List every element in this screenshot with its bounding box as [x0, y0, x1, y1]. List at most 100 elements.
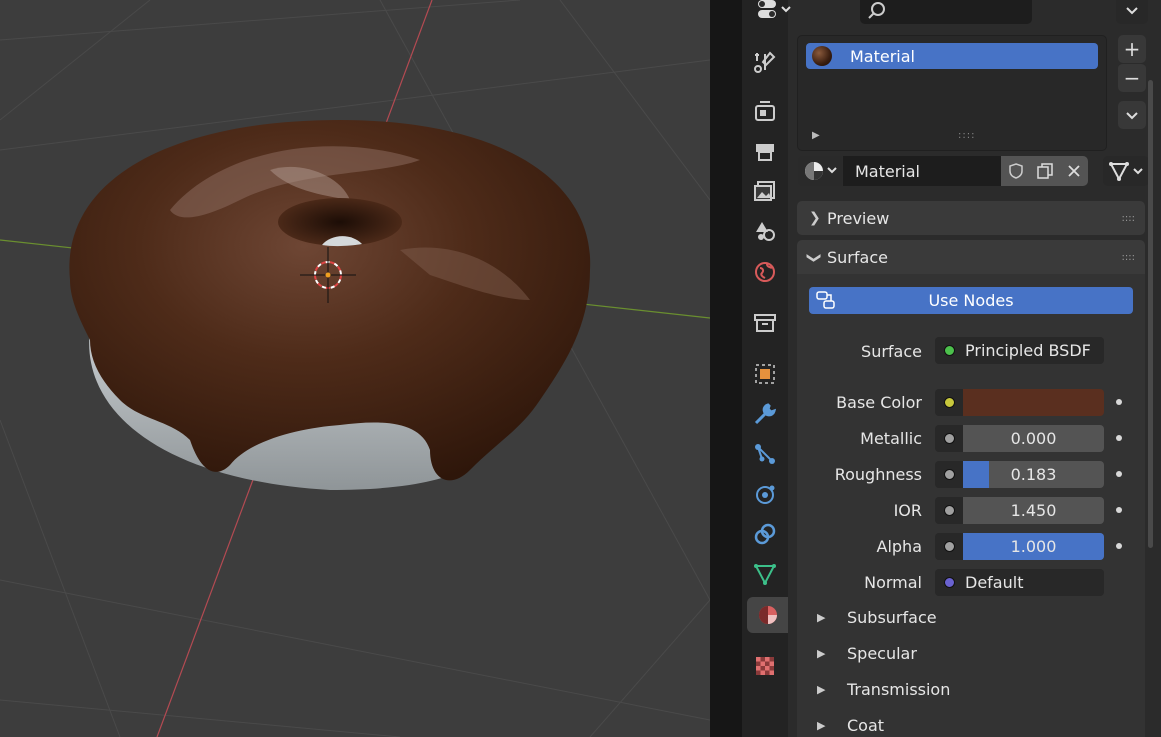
- alpha-socket-button[interactable]: [935, 533, 963, 560]
- remove-slot-button[interactable]: −: [1118, 63, 1146, 92]
- tab-material[interactable]: [747, 597, 788, 633]
- float-socket-icon: [943, 541, 955, 552]
- tab-world[interactable]: [747, 254, 783, 290]
- chevron-down-icon: [1126, 112, 1138, 120]
- viewport-scene: [0, 0, 710, 737]
- area-divider[interactable]: [710, 0, 742, 737]
- node-tree-icon: [816, 291, 835, 309]
- tab-particles[interactable]: [747, 436, 783, 472]
- particles-icon: [755, 444, 775, 464]
- surface-panel-header[interactable]: ❯ Surface ::::: [797, 240, 1145, 274]
- options-dropdown[interactable]: [1116, 0, 1148, 24]
- output-icon: [756, 144, 774, 161]
- tab-output[interactable]: [747, 133, 783, 169]
- preview-panel-header[interactable]: ❯ Preview ::::: [797, 201, 1145, 235]
- duplicate-material-button[interactable]: [1030, 156, 1059, 186]
- base-color-swatch[interactable]: [963, 389, 1104, 416]
- keyframe-dot-icon[interactable]: [1116, 435, 1122, 441]
- surface-shader-value: Principled BSDF: [965, 341, 1091, 360]
- tab-modifiers[interactable]: [747, 396, 783, 432]
- properties-scrollbar[interactable]: [1148, 80, 1153, 548]
- tab-collection[interactable]: [747, 305, 783, 341]
- metallic-slider[interactable]: 0.000: [963, 425, 1104, 452]
- panel-drag-grip-icon[interactable]: ::::: [1122, 252, 1135, 263]
- tab-scene[interactable]: [747, 213, 783, 249]
- add-slot-button[interactable]: +: [1118, 35, 1146, 63]
- shader-socket-icon: [944, 345, 955, 356]
- ior-slider[interactable]: 1.450: [963, 497, 1104, 524]
- list-resize-grip-icon[interactable]: ::::: [958, 130, 975, 141]
- properties-tab-bar: [742, 0, 788, 737]
- roughness-socket-button[interactable]: [935, 461, 963, 488]
- ior-label: IOR: [893, 501, 922, 520]
- view-layer-icon: [754, 181, 775, 201]
- chevron-right-icon: ❯: [809, 210, 821, 226]
- float-socket-icon: [943, 505, 955, 516]
- wrench-icon: [754, 403, 777, 425]
- tab-object[interactable]: [747, 356, 783, 392]
- material-slot-list[interactable]: Material ▶ ::::: [797, 35, 1107, 151]
- close-icon: [1067, 165, 1080, 177]
- roughness-label: Roughness: [834, 465, 922, 484]
- ior-value: 1.450: [1010, 501, 1057, 520]
- keyframe-dot-icon[interactable]: [1116, 543, 1122, 549]
- normal-label: Normal: [864, 573, 922, 592]
- use-nodes-button[interactable]: Use Nodes: [809, 287, 1133, 314]
- expand-triangle-icon: ▶: [817, 719, 826, 732]
- texture-icon: [756, 657, 774, 675]
- material-browse-icon: [805, 162, 837, 180]
- slot-specials-menu[interactable]: [1118, 101, 1146, 129]
- surface-shader-dropdown[interactable]: Principled BSDF: [935, 337, 1104, 364]
- keyframe-dot-icon[interactable]: [1116, 399, 1122, 405]
- physics-icon: [756, 485, 775, 504]
- specular-subpanel[interactable]: ▶ Specular: [817, 644, 917, 663]
- tab-texture[interactable]: [747, 648, 783, 684]
- panel-drag-grip-icon[interactable]: ::::: [1122, 213, 1135, 224]
- unlink-material-button[interactable]: [1059, 156, 1088, 186]
- tab-data[interactable]: [747, 556, 783, 592]
- base-color-socket-button[interactable]: [935, 389, 963, 416]
- tab-physics[interactable]: [747, 476, 783, 512]
- normal-input-dropdown[interactable]: Default: [935, 569, 1104, 596]
- subpanel-label: Subsurface: [847, 608, 937, 627]
- list-expand-arrow-icon[interactable]: ▶: [812, 130, 820, 141]
- alpha-slider[interactable]: 1.000: [963, 533, 1104, 560]
- 3d-viewport[interactable]: [0, 0, 710, 737]
- duplicate-icon: [1036, 163, 1053, 179]
- alpha-value: 1.000: [1010, 537, 1057, 556]
- tab-constraints[interactable]: [747, 516, 783, 552]
- tool-icon: [754, 51, 776, 73]
- link-to-data-dropdown[interactable]: [1103, 156, 1149, 186]
- fake-user-button[interactable]: [1001, 156, 1030, 186]
- material-slot-label: Material: [850, 46, 915, 66]
- material-slot-row[interactable]: Material: [806, 43, 1098, 69]
- expand-triangle-icon: ▶: [817, 611, 826, 624]
- expand-triangle-icon: ▶: [817, 647, 826, 660]
- vector-socket-icon: [944, 577, 955, 588]
- tab-view-layer[interactable]: [747, 173, 783, 209]
- keyframe-dot-icon[interactable]: [1116, 507, 1122, 513]
- expand-triangle-icon: ▶: [817, 683, 826, 696]
- tab-tool[interactable]: [747, 44, 783, 80]
- subsurface-subpanel[interactable]: ▶ Subsurface: [817, 608, 937, 627]
- preview-panel-title: Preview: [827, 208, 890, 228]
- surface-panel-title: Surface: [827, 247, 888, 267]
- coat-subpanel[interactable]: ▶ Coat: [817, 716, 884, 735]
- tab-render[interactable]: [747, 93, 783, 129]
- material-name-field[interactable]: Material: [843, 156, 1001, 186]
- browse-material-button[interactable]: [798, 156, 842, 186]
- subpanel-label: Coat: [847, 716, 885, 735]
- float-socket-icon: [943, 469, 955, 480]
- ior-socket-button[interactable]: [935, 497, 963, 524]
- mesh-data-icon: [754, 564, 776, 586]
- editor-type-menu[interactable]: [752, 0, 796, 24]
- scene-icon: [756, 222, 775, 241]
- roughness-slider-fill: [963, 461, 989, 488]
- roughness-value: 0.183: [1010, 465, 1057, 484]
- transmission-subpanel[interactable]: ▶ Transmission: [817, 680, 950, 699]
- roughness-slider[interactable]: 0.183: [963, 461, 1104, 488]
- keyframe-dot-icon[interactable]: [1116, 471, 1122, 477]
- search-input[interactable]: [860, 0, 1032, 24]
- metallic-socket-button[interactable]: [935, 425, 963, 452]
- shield-icon: [1008, 163, 1023, 179]
